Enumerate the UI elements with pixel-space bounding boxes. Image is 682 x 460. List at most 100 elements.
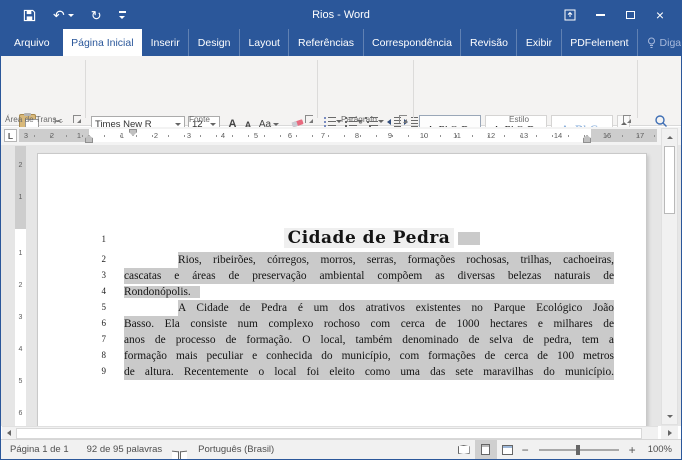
tab-pagina-inicial[interactable]: Página Inicial	[62, 29, 143, 56]
ruler-number: 8	[354, 131, 360, 140]
tab-inserir[interactable]: Inserir	[142, 29, 188, 56]
document-line: 8 formação mais peculiar e conhecida do …	[94, 348, 614, 364]
selected-text: Rondonópolis.	[124, 286, 200, 298]
tab-revisao[interactable]: Revisão	[460, 29, 516, 56]
font-dialog-launcher[interactable]	[305, 115, 313, 123]
tab-layout[interactable]: Layout	[238, 29, 289, 56]
font-size-caret[interactable]	[210, 123, 216, 126]
maximize-button[interactable]	[615, 1, 645, 29]
tab-correspondencia[interactable]: Correspondência	[362, 29, 461, 56]
ruler-number: 12	[486, 131, 496, 140]
tab-pdfelement[interactable]: PDFelement	[560, 29, 637, 56]
tab-design[interactable]: Design	[188, 29, 239, 56]
web-layout-icon	[502, 444, 514, 455]
horizontal-ruler[interactable]: 3 2 1 1 2 3 4 5 6 7 8 9 10 11 12 13 14 1…	[19, 129, 657, 143]
text-line[interactable]: Rondonópolis.	[124, 284, 614, 300]
right-indent-marker[interactable]	[583, 135, 591, 143]
language-indicator[interactable]: Português (Brasil)	[189, 444, 283, 455]
ribbon-tab-strip: Arquivo Página Inicial Inserir Design La…	[1, 29, 681, 56]
scroll-right-button[interactable]	[661, 426, 678, 439]
zoom-out-button[interactable]: −	[519, 444, 532, 456]
styles-group-label: Estilo	[509, 115, 530, 124]
document-line: 1 Cidade de Pedra	[94, 224, 614, 252]
word-count[interactable]: 92 de 95 palavras	[78, 444, 172, 455]
ruler-number: 9	[387, 131, 393, 140]
change-case-caret[interactable]	[273, 122, 280, 126]
ruler-number: 14	[553, 131, 563, 140]
read-mode-button[interactable]	[453, 440, 475, 459]
ribbon: Colar ✂ Área de Trans... Times New R 12 …	[1, 56, 681, 177]
minimize-icon	[595, 14, 605, 16]
tell-me-box[interactable]: Diga-me	[638, 29, 682, 56]
ruler-number: 1	[76, 131, 82, 140]
document-title-line[interactable]: Cidade de Pedra	[124, 227, 614, 249]
line-number: 5	[101, 302, 107, 312]
zoom-level[interactable]: 100%	[639, 444, 681, 455]
text-line[interactable]: A Cidade de Pedra é um dos atrativos exi…	[124, 300, 614, 316]
document-text[interactable]: 1 Cidade de Pedra 2 Rios, ribeirões, cór…	[94, 224, 614, 380]
title-bar: ↶ ↻ Rios - Word ×	[1, 1, 681, 29]
vertical-scroll-thumb[interactable]	[664, 146, 675, 214]
zoom-slider-thumb[interactable]	[575, 444, 580, 455]
vruler-top-margin: 2 1	[15, 146, 26, 229]
selected-text: A Cidade de Pedra é um dos atrativos exi…	[178, 300, 614, 316]
tab-exibir[interactable]: Exibir	[516, 29, 560, 56]
ruler-number: 13	[519, 131, 529, 140]
ruler-number: 2	[18, 162, 23, 169]
zoom-slider[interactable]	[538, 444, 619, 455]
scroll-up-button[interactable]	[662, 130, 677, 144]
ruler-text-area: 1 2 3 4 5 6 7 8 9 10 11 12 13 14	[89, 129, 591, 143]
bullets-icon	[323, 116, 336, 128]
ruler-row: L 3 2 1 1 2 3 4 5 6 7 8 9 10 11 12 13 14…	[1, 127, 681, 145]
page-indicator[interactable]: Página 1 de 1	[1, 444, 78, 455]
clipboard-group-label: Área de Trans...	[5, 115, 64, 124]
tab-arquivo[interactable]: Arquivo	[1, 29, 63, 56]
tab-selector[interactable]: L	[4, 129, 17, 142]
minimize-button[interactable]	[585, 1, 615, 29]
ruler-number: 5	[18, 378, 23, 385]
selected-text: Basso. Ela consiste num complexo rochoso…	[124, 316, 614, 332]
horizontal-scrollbar[interactable]	[2, 426, 658, 439]
close-button[interactable]: ×	[645, 1, 675, 29]
document-page[interactable]: 1 Cidade de Pedra 2 Rios, ribeirões, cór…	[37, 153, 647, 426]
ruler-number: 1	[119, 131, 125, 140]
styles-dialog-launcher[interactable]	[623, 115, 631, 123]
text-line[interactable]: de altura. Recentemente o local foi elei…	[124, 364, 614, 380]
text-line[interactable]: Basso. Ela consiste num complexo rochoso…	[124, 316, 614, 332]
tell-me-label: Diga-me	[659, 36, 682, 49]
zoom-in-button[interactable]: +	[626, 444, 639, 456]
vertical-scrollbar[interactable]	[661, 128, 678, 425]
line-number: 6	[101, 318, 107, 328]
ruler-number: 11	[453, 131, 461, 140]
vruler-text-area: 1 2 3 4 5 6	[15, 229, 26, 426]
web-layout-button[interactable]	[497, 440, 519, 459]
print-layout-button[interactable]	[474, 440, 497, 459]
horizontal-scroll-track[interactable]	[16, 428, 642, 439]
lightbulb-icon	[647, 37, 655, 48]
first-line-indent-marker[interactable]	[129, 129, 137, 136]
ruler-number: 2	[49, 131, 55, 140]
text-line[interactable]: cascatas e áreas de preservação ambienta…	[124, 268, 614, 284]
line-number: 8	[101, 350, 107, 360]
document-line: 6 Basso. Ela consiste num complexo rocho…	[94, 316, 614, 332]
selected-text: cascatas e áreas de preservação ambienta…	[124, 268, 614, 284]
paragraph-dialog-launcher[interactable]	[399, 115, 407, 123]
line-number: 7	[101, 334, 107, 344]
ruler-number: 1	[18, 250, 23, 257]
status-bar: Página 1 de 1 92 de 95 palavras Portuguê…	[1, 439, 681, 459]
text-line[interactable]: Rios, ribeirões, córregos, morros, serra…	[124, 252, 614, 268]
scroll-left-button[interactable]	[2, 427, 16, 439]
text-line[interactable]: anos de processo de formação. O local, t…	[124, 332, 614, 348]
scroll-down-button[interactable]	[662, 409, 677, 423]
multilevel-caret[interactable]	[378, 120, 384, 123]
ruler-number: 4	[220, 131, 226, 140]
vertical-ruler[interactable]: 2 1 1 2 3 4 5 6	[15, 146, 26, 426]
clipboard-dialog-launcher[interactable]	[73, 115, 81, 123]
font-group-label: Fonte	[189, 115, 210, 124]
window-controls: ×	[555, 1, 675, 29]
tab-referencias[interactable]: Referências	[288, 29, 362, 56]
ribbon-display-options-button[interactable]	[555, 1, 585, 29]
ruler-left-margin: 3 2 1	[19, 129, 89, 142]
font-family-caret[interactable]	[175, 123, 181, 126]
text-line[interactable]: formação mais peculiar e conhecida do mu…	[124, 348, 614, 364]
